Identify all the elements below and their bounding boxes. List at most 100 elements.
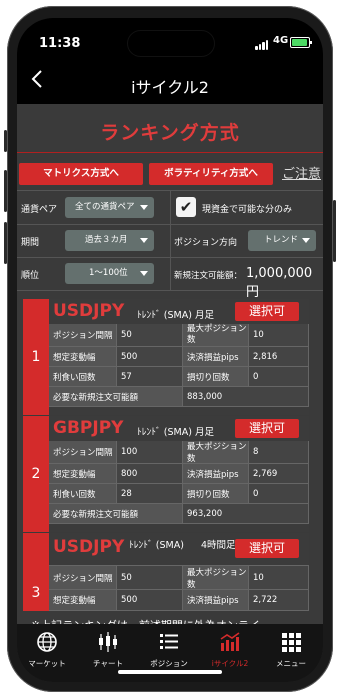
rank-select[interactable]: 1〜100位 [65, 263, 154, 284]
ranking-card[interactable]: 2 GBPJPY ﾄﾚﾝﾄﾞ (SMA) 月足 選択可 ポジション間隔 100 … [23, 416, 309, 532]
candlestick-icon [78, 630, 138, 654]
value-position-interval: 100 [117, 441, 183, 464]
timeframe: 4時間足 [201, 540, 236, 551]
ranking-header: USDJPY ﾄﾚﾝﾄﾞ (SMA) 4時間足 選択可 [49, 533, 309, 566]
main-content: ランキング方式 マトリクス方式へ ボラティリティ方式へ ご注意 通貨ペア 全ての… [17, 104, 323, 632]
volume-down-button [4, 222, 7, 264]
ranking-card[interactable]: 3 USDJPY ﾄﾚﾝﾄﾞ (SMA) 4時間足 選択可 ポジション間隔 50… [23, 533, 309, 611]
value-position-interval: 50 [117, 566, 183, 590]
tab-chart[interactable]: チャート [78, 630, 138, 669]
trend-type: ﾄﾚﾝﾄﾞ (SMA) [129, 540, 184, 551]
select-button[interactable]: 選択可 [235, 302, 299, 321]
ranking-details: ポジション間隔 50 最大ポジション数 10 想定変動幅 500 決済損益pip… [49, 324, 309, 415]
rank-number: 3 [23, 533, 49, 611]
rank-label: 順位 [21, 271, 40, 281]
value-position-interval: 50 [117, 324, 183, 347]
filter-panel: 通貨ペア 全ての通貨ペア ✔ 現資金で可能な分のみ 期間 過去３カ月 ポジション… [17, 190, 323, 300]
label-required-amount: 必要な新規注文可能額 [49, 387, 183, 407]
value-settlement-pips: 2,816 [249, 347, 309, 367]
select-button[interactable]: 選択可 [235, 539, 299, 558]
select-button[interactable]: 選択可 [235, 419, 299, 438]
label-settlement-pips: 決済損益pips [183, 464, 249, 484]
filter-cell: 新規注文可能額： 1,000,000円 [170, 257, 323, 300]
label-loss-count: 損切り回数 [183, 367, 249, 387]
filter-row: 通貨ペア 全ての通貨ペア ✔ 現資金で可能な分のみ [17, 191, 323, 225]
tab-label: ポジション [150, 659, 188, 668]
currency-select-value: 全ての通貨ペア [75, 202, 135, 212]
home-indicator[interactable] [118, 670, 222, 674]
timeframe: 月足 [195, 310, 215, 321]
filter-cell: 順位 1〜100位 [17, 257, 171, 290]
direction-label: ポジション方向 [174, 238, 238, 248]
signal-icon [255, 40, 268, 50]
value-expected-range: 800 [117, 464, 183, 484]
caret-down-icon [140, 271, 148, 276]
matrix-method-button[interactable]: マトリクス方式へ [19, 163, 143, 185]
value-max-positions: 10 [249, 324, 309, 347]
cash-only-label: 現資金で可能な分のみ [202, 205, 293, 215]
label-settlement-pips: 決済損益pips [183, 347, 249, 367]
screen: 11:38 4G iサイクル2 ランキング方式 マトリクス方式へ ボラティリティ… [17, 18, 323, 682]
period-label: 期間 [21, 238, 40, 248]
tab-position[interactable]: ポジション [139, 630, 199, 669]
rank-select-value: 1〜100位 [89, 268, 128, 278]
power-button [333, 200, 336, 262]
currency-pair: USDJPY [53, 301, 125, 321]
trend-type: ﾄﾚﾝﾄﾞ (SMA) [137, 310, 192, 321]
tab-label: iサイクル2 [211, 659, 249, 668]
value-loss-count: 0 [249, 484, 309, 504]
label-expected-range: 想定変動幅 [49, 464, 117, 484]
value-settlement-pips: 2,722 [249, 590, 309, 611]
side-button [4, 130, 7, 152]
rank-number: 1 [23, 299, 49, 415]
globe-icon [17, 630, 77, 654]
network-type: 4G [273, 35, 289, 46]
ranking-details: ポジション間隔 100 最大ポジション数 8 想定変動幅 800 決済損益pip… [49, 441, 309, 532]
cash-only-checkbox[interactable]: ✔ [176, 197, 196, 217]
battery-icon [290, 37, 312, 48]
list-icon [139, 630, 199, 654]
tab-menu[interactable]: メニュー [261, 630, 321, 669]
caret-down-icon [140, 205, 148, 210]
caret-down-icon [140, 238, 148, 243]
filter-cell: 期間 過去３カ月 [17, 224, 171, 257]
tab-label: チャート [93, 659, 123, 668]
period-select-value: 過去３カ月 [85, 235, 128, 245]
rank-number: 2 [23, 416, 49, 532]
available-value: 1,000,000円 [246, 266, 313, 300]
ranking-details: ポジション間隔 50 最大ポジション数 10 想定変動幅 500 決済損益pip… [49, 566, 309, 611]
direction-select[interactable]: トレンド [248, 230, 316, 251]
ranking-header: USDJPY ﾄﾚﾝﾄﾞ (SMA) 月足 選択可 [49, 299, 309, 325]
currency-select[interactable]: 全ての通貨ペア [65, 197, 154, 218]
filter-row: 順位 1〜100位 新規注文可能額： 1,000,000円 [17, 257, 323, 300]
value-max-positions: 10 [249, 566, 309, 590]
dynamic-island [127, 30, 215, 57]
value-required-amount: 963,200 [183, 504, 309, 524]
divider [17, 152, 323, 153]
value-profit-count: 57 [117, 367, 183, 387]
label-max-positions: 最大ポジション数 [183, 324, 249, 347]
tab-icycle2[interactable]: iサイクル2 [200, 630, 260, 669]
page-title: iサイクル2 [131, 78, 209, 97]
currency-label: 通貨ペア [21, 205, 58, 215]
ranking-card[interactable]: 1 USDJPY ﾄﾚﾝﾄﾞ (SMA) 月足 選択可 ポジション間隔 50 最… [23, 299, 309, 415]
filter-row: 期間 過去３カ月 ポジション方向 トレンド [17, 224, 323, 258]
available-label: 新規注文可能額： [174, 271, 243, 281]
value-expected-range: 500 [117, 590, 183, 611]
tab-market[interactable]: マーケット [17, 630, 77, 669]
currency-pair: GBPJPY [53, 418, 124, 438]
label-settlement-pips: 決済損益pips [183, 590, 249, 611]
caution-link[interactable]: ご注意 [282, 163, 321, 182]
currency-pair: USDJPY [53, 537, 125, 557]
filter-cell: ✔ 現資金で可能な分のみ [170, 191, 323, 224]
label-max-positions: 最大ポジション数 [183, 566, 249, 590]
status-time: 11:38 [39, 36, 81, 51]
volatility-method-button[interactable]: ボラティリティ方式へ [149, 163, 273, 185]
value-expected-range: 500 [117, 347, 183, 367]
value-loss-count: 0 [249, 367, 309, 387]
ranking-header: GBPJPY ﾄﾚﾝﾄﾞ (SMA) 月足 選択可 [49, 416, 309, 442]
volume-up-button [4, 170, 7, 212]
filter-cell: ポジション方向 トレンド [170, 224, 323, 257]
period-select[interactable]: 過去３カ月 [65, 230, 154, 251]
tab-bar: マーケット チャート ポジション iサイクル2 メニュー [17, 624, 323, 682]
